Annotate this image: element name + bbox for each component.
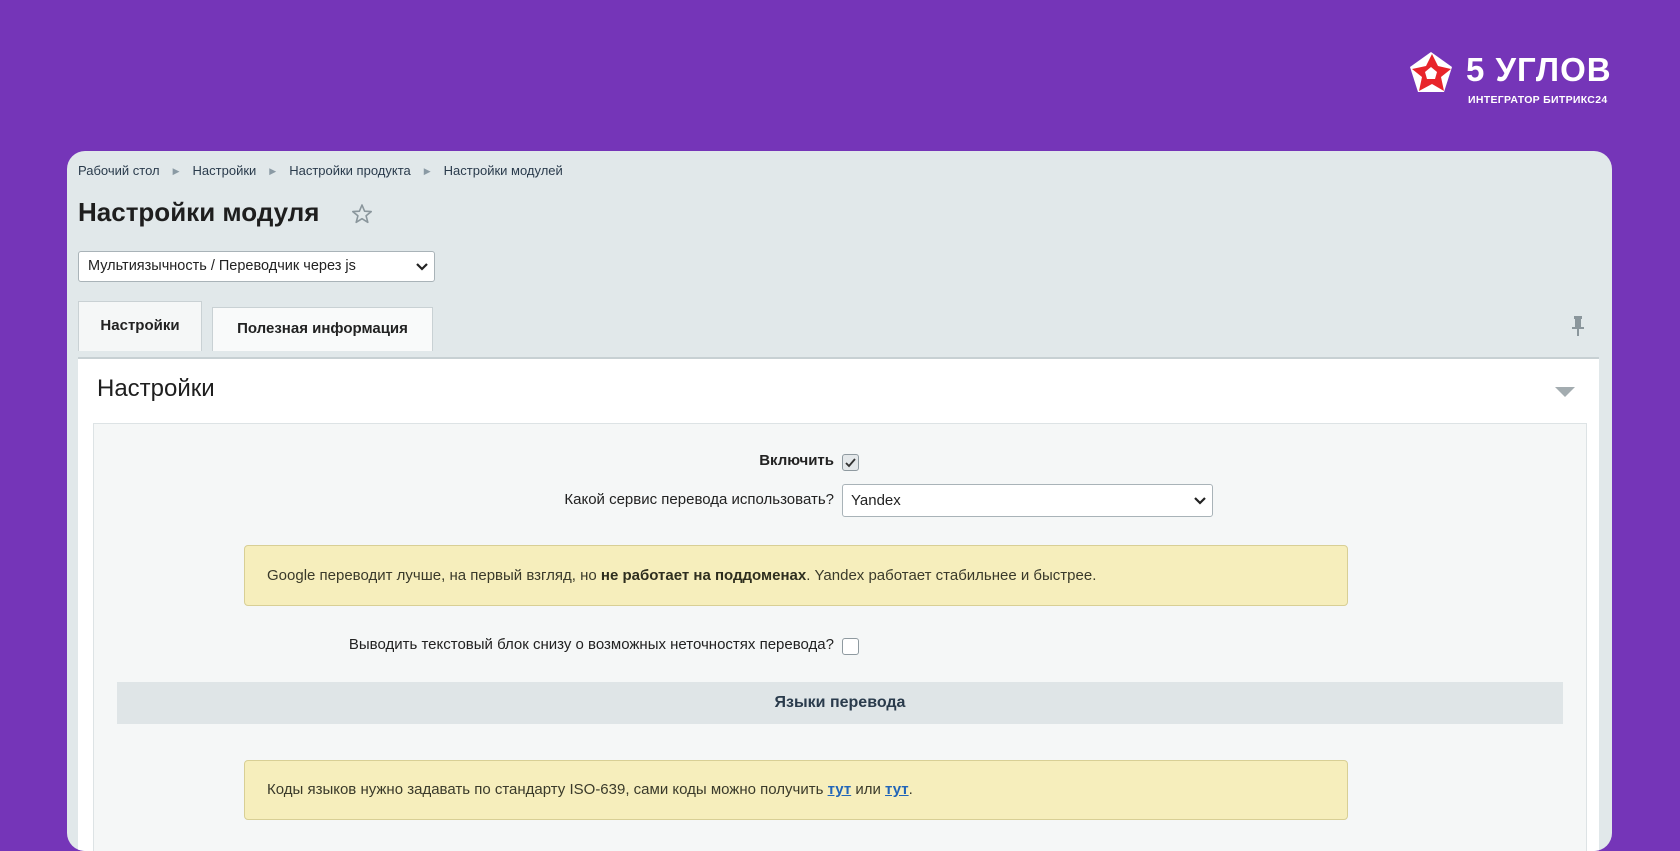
languages-section-header: Языки перевода bbox=[117, 682, 1563, 724]
logo-title: 5 УГЛОВ bbox=[1466, 51, 1612, 88]
company-logo: 5 УГЛОВ ИНТЕГРАТОР БИТРИКС24 bbox=[1408, 46, 1614, 108]
module-select-value: Мультиязычность / Переводчик через js bbox=[88, 258, 356, 274]
settings-form: Включить Какой сервис перевода использов… bbox=[93, 423, 1587, 851]
breadcrumb-item-module-settings[interactable]: Настройки модулей bbox=[444, 163, 563, 178]
breadcrumb-separator-icon: ▶ bbox=[423, 166, 431, 176]
iso-link-1[interactable]: тут bbox=[828, 781, 852, 798]
notice-text: . bbox=[908, 781, 913, 798]
inaccuracy-checkbox[interactable] bbox=[842, 638, 859, 655]
breadcrumb-separator-icon: ▶ bbox=[269, 166, 277, 176]
breadcrumb: Рабочий стол ▶ Настройки ▶ Настройки продукт… bbox=[78, 163, 563, 178]
admin-panel: Рабочий стол ▶ Настройки ▶ Настройки продукт… bbox=[67, 151, 1612, 851]
service-label: Какой сервис перевода использовать? bbox=[564, 491, 834, 508]
module-select[interactable]: Мультиязычность / Переводчик через js bbox=[78, 251, 435, 282]
notice-bold-text: не работает на поддоменах bbox=[600, 567, 807, 584]
section-title: Настройки bbox=[97, 375, 215, 402]
collapse-triangle-icon[interactable] bbox=[1554, 385, 1576, 399]
notice-text: Коды языков нужно задавать по стандарту … bbox=[267, 781, 828, 798]
chevron-down-icon bbox=[1194, 497, 1206, 505]
service-select-value: Yandex bbox=[851, 492, 901, 509]
notice-text: Google переводит лучше, на первый взгляд… bbox=[267, 567, 601, 584]
pin-icon[interactable] bbox=[1571, 315, 1585, 337]
chevron-down-icon bbox=[416, 263, 428, 271]
inaccuracy-label: Выводить текстовый блок снизу о возможны… bbox=[348, 636, 834, 653]
notice-text: или bbox=[851, 781, 886, 798]
notice-service: Google переводит лучше, на первый взгляд… bbox=[244, 545, 1348, 606]
favorite-star-icon[interactable] bbox=[350, 202, 374, 226]
settings-content: Настройки Включить Какой сервис перевода… bbox=[78, 357, 1599, 851]
logo-subtitle: ИНТЕГРАТОР БИТРИКС24 bbox=[1468, 94, 1608, 106]
breadcrumb-item-product-settings[interactable]: Настройки продукта bbox=[289, 163, 411, 178]
checkmark-icon bbox=[845, 458, 856, 468]
breadcrumb-item-settings[interactable]: Настройки bbox=[193, 163, 257, 178]
tab-useful-info[interactable]: Полезная информация bbox=[212, 307, 433, 351]
iso-link-2[interactable]: тут bbox=[885, 781, 909, 798]
enable-label: Включить bbox=[759, 452, 834, 469]
breadcrumb-separator-icon: ▶ bbox=[172, 166, 180, 176]
page-title: Настройки модуля bbox=[78, 197, 320, 227]
enable-checkbox[interactable] bbox=[842, 454, 859, 471]
star-pentagon-logo-icon bbox=[1410, 52, 1452, 92]
breadcrumb-item-desktop[interactable]: Рабочий стол bbox=[78, 163, 160, 178]
notice-text: . Yandex работает стабильнее и быстрее. bbox=[806, 567, 1097, 584]
tab-settings[interactable]: Настройки bbox=[78, 301, 202, 351]
notice-language-codes: Коды языков нужно задавать по стандарту … bbox=[244, 760, 1348, 820]
translation-service-select[interactable]: Yandex bbox=[842, 484, 1213, 517]
